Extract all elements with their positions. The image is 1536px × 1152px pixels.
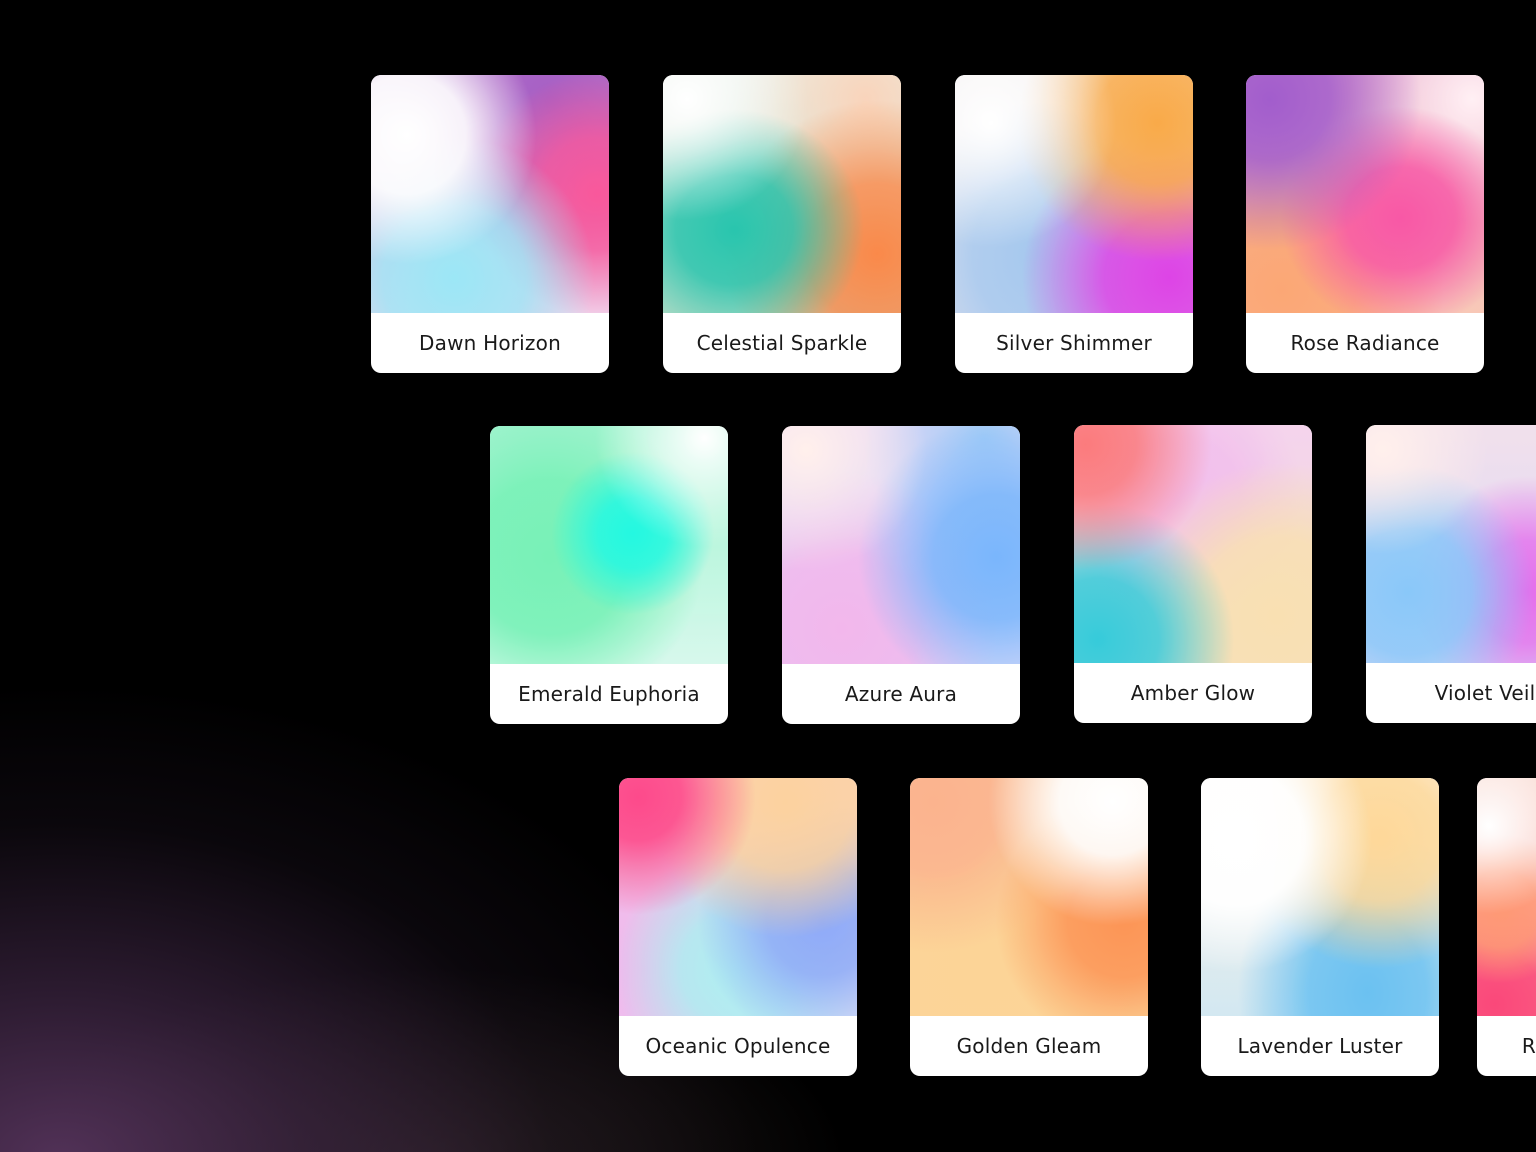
- gradient-card-label: Silver Shimmer: [996, 331, 1152, 355]
- gradient-swatch: [371, 75, 609, 313]
- gradient-card-golden-gleam[interactable]: Golden Gleam: [910, 778, 1148, 1076]
- gradient-card-azure-aura[interactable]: Azure Aura: [782, 426, 1020, 724]
- gradient-card-dawn-horizon[interactable]: Dawn Horizon: [371, 75, 609, 373]
- gradient-card-label: Oceanic Opulence: [645, 1034, 831, 1058]
- gradient-card-label: Amber Glow: [1130, 681, 1256, 705]
- gradient-swatch: [955, 75, 1193, 313]
- gradient-card-partial[interactable]: R: [1477, 778, 1536, 1076]
- gradient-swatch: [619, 778, 857, 1016]
- gradient-card-amber-glow[interactable]: Amber Glow: [1074, 425, 1312, 723]
- gradient-card-rose-radiance[interactable]: Rose Radiance: [1246, 75, 1484, 373]
- gradient-card-label: Celestial Sparkle: [696, 331, 868, 355]
- gradient-swatch: [1201, 778, 1439, 1016]
- gradient-card-emerald-euphoria[interactable]: Emerald Euphoria: [490, 426, 728, 724]
- gradient-swatch: [490, 426, 728, 664]
- gradient-card-silver-shimmer[interactable]: Silver Shimmer: [955, 75, 1193, 373]
- gradient-card-label: Golden Gleam: [956, 1034, 1102, 1058]
- gradient-swatch: [1074, 425, 1312, 663]
- gradient-card-celestial-sparkle[interactable]: Celestial Sparkle: [663, 75, 901, 373]
- gradient-card-label: Lavender Luster: [1237, 1034, 1403, 1058]
- gradient-card-lavender-luster[interactable]: Lavender Luster: [1201, 778, 1439, 1076]
- gradient-swatch: [1246, 75, 1484, 313]
- gradient-swatch: [663, 75, 901, 313]
- gradient-card-label: Rose Radiance: [1290, 331, 1440, 355]
- gradient-swatch: [1477, 778, 1536, 1016]
- gradient-card-label: Azure Aura: [844, 682, 958, 706]
- gradient-swatch: [782, 426, 1020, 664]
- gradient-card-label: Violet Veil: [1434, 681, 1536, 705]
- gradient-card-violet-veil[interactable]: Violet Veil: [1366, 425, 1536, 723]
- gradient-card-label: Emerald Euphoria: [518, 682, 700, 706]
- gradient-card-oceanic-opulence[interactable]: Oceanic Opulence: [619, 778, 857, 1076]
- gradient-swatch: [1366, 425, 1536, 663]
- gradient-card-label: Dawn Horizon: [419, 331, 561, 355]
- gradient-swatch: [910, 778, 1148, 1016]
- gradient-card-label: R: [1521, 1034, 1536, 1058]
